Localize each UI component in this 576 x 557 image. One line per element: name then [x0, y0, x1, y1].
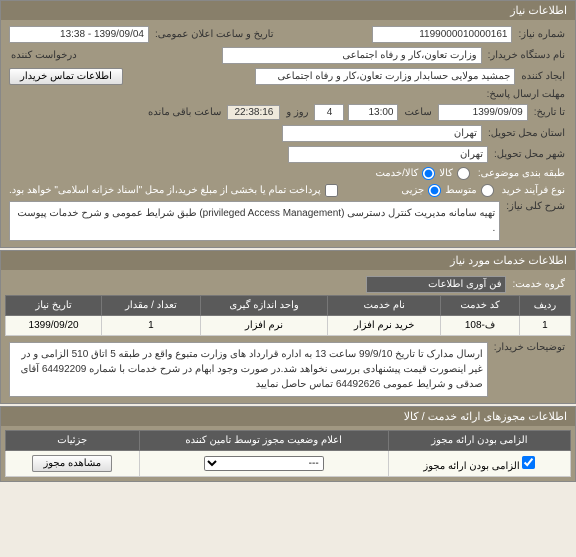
- service-group-field: فن آوری اطلاعات: [366, 276, 506, 293]
- date-field: 1399/09/09: [438, 104, 528, 121]
- th-status: اعلام وضعیت مجوز توسط تامین کننده: [139, 431, 388, 451]
- time-field: 13:00: [348, 104, 398, 121]
- category-label: طبقه بندی موضوعی:: [476, 168, 567, 179]
- announce-label: تاریخ و ساعت اعلان عمومی:: [153, 29, 276, 40]
- services-table: ردیف کد خدمت نام خدمت واحد اندازه گیری ت…: [5, 295, 571, 336]
- need-number-label: شماره نیاز:: [516, 29, 567, 40]
- radio-goods-service-label: کالا/خدمت: [375, 168, 418, 179]
- payment-note: پرداخت تمام یا بخشی از مبلغ خرید،از محل …: [9, 185, 321, 196]
- requester-label: درخواست کننده: [9, 50, 79, 61]
- mandatory-checkbox[interactable]: [522, 456, 535, 469]
- panel-header-permits: اطلاعات مجوزهای ارائه خدمت / کالا: [1, 407, 575, 426]
- table-row: الزامی بودن ارائه مجوز --- مشاهده مجوز: [6, 451, 571, 477]
- buyer-notes-label: توضیحات خریدار:: [492, 342, 567, 353]
- td-status: ---: [139, 451, 388, 477]
- city-label: شهر محل تحویل:: [492, 149, 567, 160]
- timer-value: 22:38:16: [227, 105, 280, 120]
- service-group-label: گروه خدمت:: [510, 279, 567, 290]
- th-code: کد خدمت: [441, 296, 520, 316]
- mandatory-text: الزامی بودن ارائه مجوز: [423, 461, 519, 472]
- buyer-notes-field: ارسال مدارک تا تاریخ 99/9/10 ساعت 13 به …: [9, 342, 488, 397]
- radio-partial-label: جزیی: [401, 185, 424, 196]
- time-label: ساعت: [402, 107, 433, 118]
- td-details: مشاهده مجوز: [6, 451, 140, 477]
- td-qty: 1: [102, 316, 201, 336]
- th-row: ردیف: [519, 296, 570, 316]
- th-mandatory: الزامی بودن ارائه مجوز: [388, 431, 570, 451]
- th-qty: تعداد / مقدار: [102, 296, 201, 316]
- need-number-field: 1199000010000161: [372, 26, 512, 43]
- td-date: 1399/09/20: [6, 316, 102, 336]
- deadline-label: مهلت ارسال پاسخ:: [485, 89, 567, 100]
- td-name: خرید نرم افزار: [328, 316, 441, 336]
- buyer-org-label: نام دستگاه خریدار:: [486, 50, 567, 61]
- province-field: تهران: [282, 125, 482, 142]
- td-code: ف-108: [441, 316, 520, 336]
- city-field: تهران: [288, 146, 488, 163]
- permits-table: الزامی بودن ارائه مجوز اعلام وضعیت مجوز …: [5, 430, 571, 477]
- th-name: نام خدمت: [328, 296, 441, 316]
- date-label: تا تاریخ:: [532, 107, 567, 118]
- radio-goods-label: کالا: [439, 168, 453, 179]
- th-unit: واحد اندازه گیری: [200, 296, 327, 316]
- status-select[interactable]: ---: [204, 456, 324, 471]
- announce-field: 1399/09/04 - 13:38: [9, 26, 149, 43]
- creator-field: جمشید مولایی حسابدار وزارت تعاون،کار و ر…: [255, 68, 515, 85]
- buyer-org-field: وزارت تعاون،کار و رفاه اجتماعی: [222, 47, 482, 64]
- days-label: روز و: [284, 107, 310, 118]
- th-details: جزئیات: [6, 431, 140, 451]
- province-label: استان محل تحویل:: [486, 128, 567, 139]
- radio-partial[interactable]: [428, 184, 441, 197]
- remaining-label: ساعت باقی مانده: [146, 107, 223, 118]
- radio-medium-label: متوسط: [445, 185, 476, 196]
- purchase-type-label: نوع فرآیند خرید: [500, 185, 567, 196]
- contact-buyer-button[interactable]: اطلاعات تماس خریدار: [9, 68, 123, 85]
- td-row: 1: [519, 316, 570, 336]
- radio-medium[interactable]: [481, 184, 494, 197]
- view-permit-button[interactable]: مشاهده مجوز: [32, 455, 112, 472]
- panel-header-services: اطلاعات خدمات مورد نیاز: [1, 251, 575, 270]
- td-unit: نرم افزار: [200, 316, 327, 336]
- treasury-checkbox[interactable]: [325, 184, 338, 197]
- general-desc-field: تهیه سامانه مدیریت کنترل دسترسی (privile…: [9, 201, 500, 241]
- th-date: تاریخ نیاز: [6, 296, 102, 316]
- creator-label: ایجاد کننده: [519, 71, 567, 82]
- table-row: 1 ف-108 خرید نرم افزار نرم افزار 1 1399/…: [6, 316, 571, 336]
- panel-header-info: اطلاعات نیاز: [1, 1, 575, 20]
- days-field: 4: [314, 104, 344, 121]
- radio-goods[interactable]: [457, 167, 470, 180]
- radio-goods-service[interactable]: [422, 167, 435, 180]
- td-mandatory: الزامی بودن ارائه مجوز: [388, 451, 570, 477]
- general-desc-label: شرح کلی نیاز:: [504, 201, 567, 212]
